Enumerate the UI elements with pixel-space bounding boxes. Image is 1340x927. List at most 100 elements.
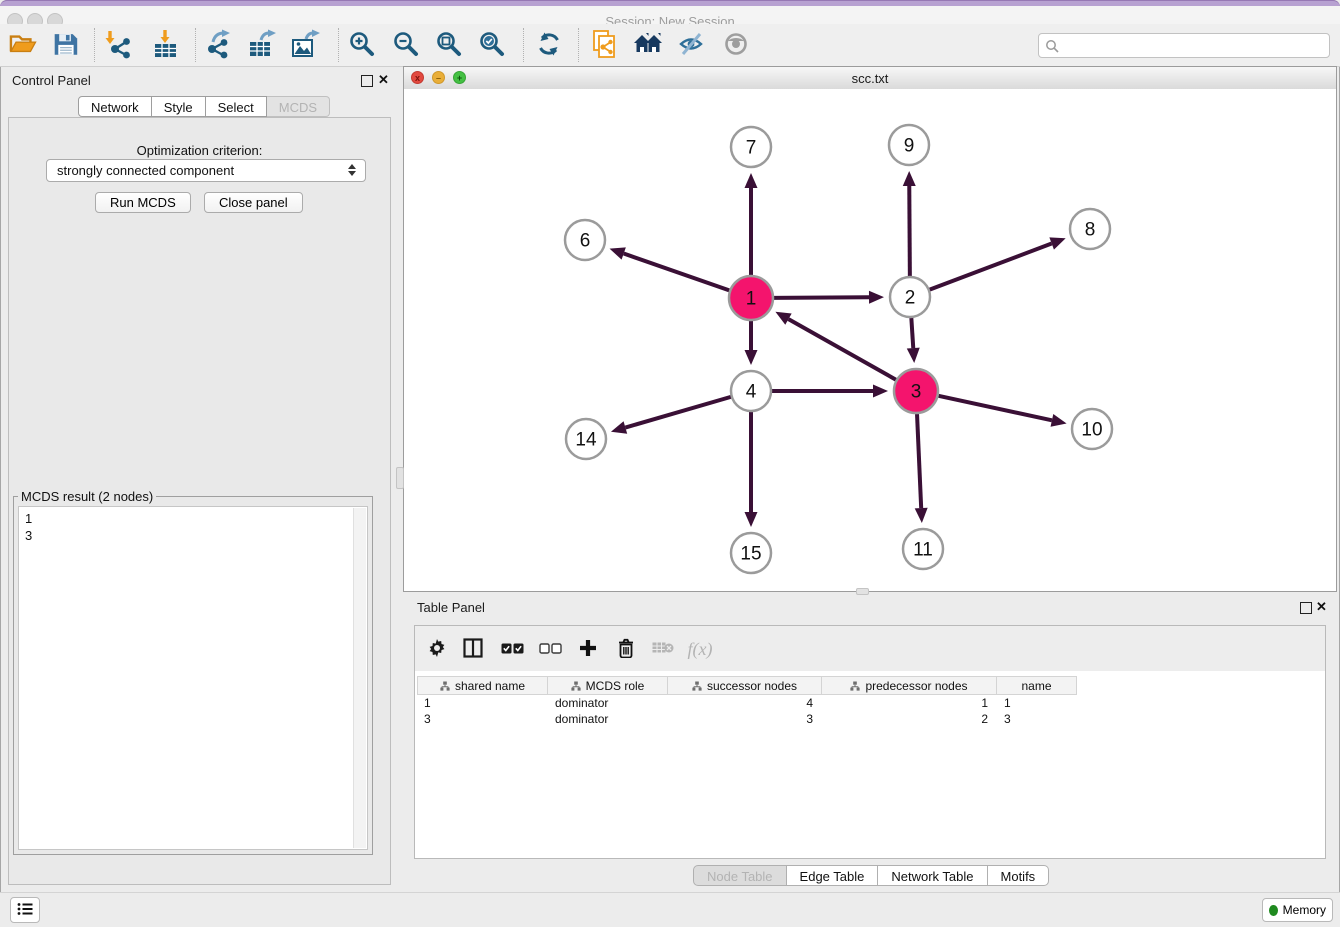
table-cell[interactable]: dominator	[548, 711, 668, 727]
graph-node-7[interactable]: 7	[731, 127, 771, 167]
edge-1-4[interactable]	[745, 321, 758, 365]
edge-3-10[interactable]	[938, 396, 1066, 427]
table-row[interactable]: 1dominator411	[417, 695, 1077, 711]
mcds-result-box[interactable]: 1 3	[18, 506, 368, 850]
function-builder-button[interactable]: f(x)	[684, 633, 716, 665]
mcds-result-text: 1 3	[25, 510, 32, 544]
refresh-view-button[interactable]	[531, 29, 567, 61]
column-header-name[interactable]: name	[997, 676, 1077, 695]
mcds-result-scrollbar[interactable]	[353, 508, 366, 848]
tab-network[interactable]: Network	[78, 96, 152, 117]
graph-node-10[interactable]: 10	[1072, 409, 1112, 449]
graph-node-3[interactable]: 3	[894, 369, 938, 413]
edge-3-1[interactable]	[775, 312, 896, 380]
zoom-in-button[interactable]	[344, 29, 380, 61]
table-panel-close-button[interactable]: ✕	[1316, 601, 1327, 613]
table-panel-float-button[interactable]	[1300, 602, 1312, 614]
column-header-predecessor-nodes[interactable]: predecessor nodes	[822, 676, 997, 695]
zoom-selected-button[interactable]	[474, 29, 510, 61]
save-session-button[interactable]	[47, 29, 83, 61]
graph-node-1[interactable]: 1	[729, 276, 773, 320]
column-header-shared-name[interactable]: shared name	[417, 676, 548, 695]
hide-graphics-details-button[interactable]	[674, 29, 710, 61]
split-view-button[interactable]	[457, 633, 489, 665]
edge-4-14[interactable]	[611, 397, 731, 434]
task-history-button[interactable]	[10, 897, 40, 923]
delete-table-button[interactable]	[647, 633, 679, 665]
add-column-button[interactable]	[572, 633, 604, 665]
open-session-button[interactable]	[5, 29, 41, 61]
graph-node-15[interactable]: 15	[731, 533, 771, 573]
edge-1-2[interactable]	[774, 291, 884, 304]
table-toolbar: f(x)	[415, 626, 1325, 671]
control-panel-close-button[interactable]: ✕	[378, 74, 389, 86]
memory-button[interactable]: Memory	[1262, 898, 1333, 922]
splitter-handle[interactable]	[396, 467, 404, 489]
column-header-MCDS-role[interactable]: MCDS role	[548, 676, 668, 695]
graph-node-11[interactable]: 11	[903, 529, 943, 569]
eye-slash-icon	[678, 31, 706, 60]
export-table-button[interactable]	[244, 29, 280, 61]
show-graphics-details-button[interactable]	[718, 29, 754, 61]
delete-columns-button[interactable]	[610, 633, 642, 665]
edge-2-8[interactable]	[930, 237, 1066, 289]
select-all-columns-button[interactable]	[496, 633, 528, 665]
run-mcds-button[interactable]: Run MCDS	[95, 192, 191, 213]
graph-node-9[interactable]: 9	[889, 125, 929, 165]
tab-style[interactable]: Style	[152, 96, 206, 117]
mcds-panel: Optimization criterion: strongly connect…	[8, 117, 391, 885]
memory-status-icon	[1269, 905, 1278, 916]
table-cell[interactable]: dominator	[548, 695, 668, 711]
table-cell[interactable]: 2	[822, 711, 997, 727]
node-label: 4	[746, 382, 757, 403]
edge-1-6[interactable]	[610, 247, 730, 290]
node-label: 2	[905, 288, 916, 309]
table-cell[interactable]: 1	[822, 695, 997, 711]
tab-select[interactable]: Select	[206, 96, 267, 117]
edge-2-9[interactable]	[903, 171, 916, 276]
edge-4-15[interactable]	[745, 412, 758, 527]
unselect-all-columns-button[interactable]	[534, 633, 566, 665]
close-panel-button[interactable]: Close panel	[204, 192, 303, 213]
table-cell[interactable]: 1	[417, 695, 548, 711]
table-settings-button[interactable]	[421, 633, 453, 665]
export-network-button[interactable]	[200, 29, 236, 61]
tab-node-table[interactable]: Node Table	[693, 865, 787, 886]
edge-4-3[interactable]	[772, 385, 888, 398]
control-panel-float-button[interactable]	[361, 75, 373, 87]
network-from-document-button[interactable]	[587, 29, 623, 61]
edge-1-7[interactable]	[745, 173, 758, 275]
table-cell[interactable]: 3	[417, 711, 548, 727]
edge-2-3[interactable]	[907, 318, 920, 363]
node-table: shared nameMCDS rolesuccessor nodesprede…	[417, 676, 1077, 727]
toolbar-separator	[94, 28, 95, 62]
graph-node-4[interactable]: 4	[731, 371, 771, 411]
table-cell[interactable]: 3	[668, 711, 822, 727]
table-row[interactable]: 3dominator323	[417, 711, 1077, 727]
network-canvas[interactable]: 7 9 6 8 1 2 4 3 14 10 15 11	[404, 89, 1336, 591]
edge-3-11[interactable]	[915, 414, 928, 523]
table-cell[interactable]: 3	[997, 711, 1077, 727]
graph-node-14[interactable]: 14	[566, 419, 606, 459]
export-image-button[interactable]	[287, 29, 323, 61]
tab-mcds[interactable]: MCDS	[267, 96, 330, 117]
graph-node-8[interactable]: 8	[1070, 209, 1110, 249]
tab-network-table[interactable]: Network Table	[878, 865, 987, 886]
table-cell[interactable]: 4	[668, 695, 822, 711]
tab-motifs[interactable]: Motifs	[988, 865, 1050, 886]
graph-node-6[interactable]: 6	[565, 220, 605, 260]
show-home-button[interactable]	[630, 29, 666, 61]
table-cell[interactable]: 1	[997, 695, 1077, 711]
column-header-successor-nodes[interactable]: successor nodes	[668, 676, 822, 695]
criterion-dropdown[interactable]: strongly connected component	[46, 159, 366, 182]
search-input[interactable]	[1063, 35, 1329, 56]
graph-node-2[interactable]: 2	[890, 277, 930, 317]
tab-edge-table[interactable]: Edge Table	[787, 865, 879, 886]
splitter-handle[interactable]	[856, 588, 869, 595]
import-table-button[interactable]	[147, 29, 183, 61]
table-panel-title: Table Panel	[417, 600, 485, 615]
zoom-fit-button[interactable]	[431, 29, 467, 61]
zoom-in-icon	[348, 30, 376, 61]
import-network-button[interactable]	[100, 29, 136, 61]
zoom-out-button[interactable]	[388, 29, 424, 61]
